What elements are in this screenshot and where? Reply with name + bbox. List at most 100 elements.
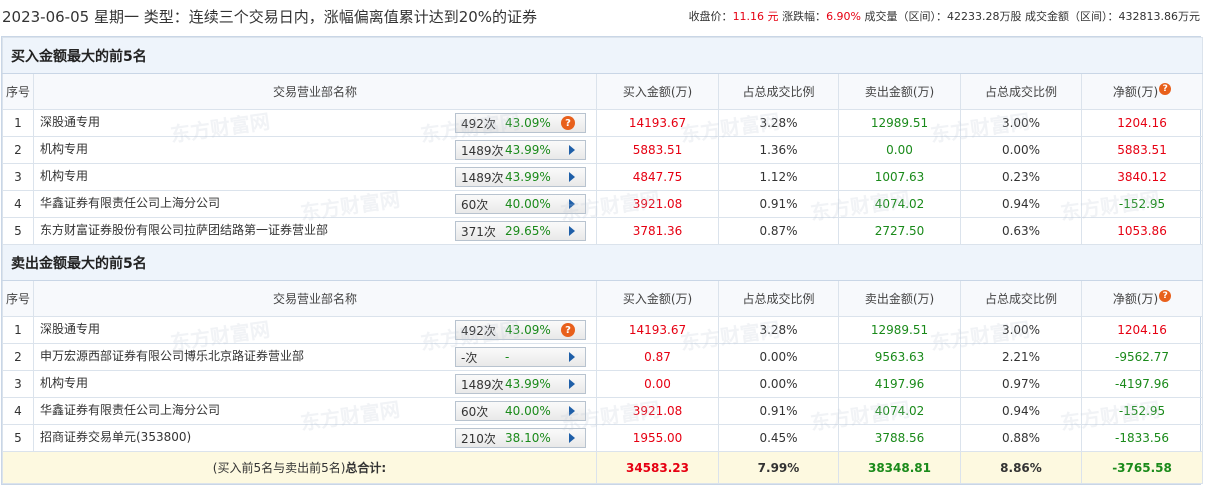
arrow-right-icon[interactable]	[569, 199, 575, 209]
branch-name-cell: 深股通专用 492次 43.09% ?	[33, 109, 597, 137]
net-amount: 1204.16	[1080, 316, 1204, 344]
branch-stats-button[interactable]: 492次 43.09% ?	[455, 320, 586, 340]
buy-section-title: 买入金额最大的前5名	[1, 37, 1204, 74]
listing-times: 1489次	[461, 170, 504, 185]
branch-name-cell: 申万宏源西部证券有限公司博乐北京路证券营业部 -次 -	[33, 343, 597, 371]
branch-name-cell: 机构专用 1489次 43.99%	[33, 370, 597, 398]
total-label: (买入前5名与卖出前5名)总合计:	[2, 451, 597, 484]
buy-column-header: 卖出金额(万)	[838, 73, 961, 110]
sell-amount: 9563.63	[838, 343, 961, 371]
arrow-right-icon[interactable]	[569, 352, 575, 362]
branch-name-link[interactable]: 招商证券交易单元(353800)	[40, 428, 191, 445]
arrow-right-icon[interactable]	[569, 145, 575, 155]
branch-stats-button[interactable]: 492次 43.09% ?	[455, 113, 586, 133]
win-rate: 43.99%	[505, 377, 551, 391]
total-buy: 34583.23	[596, 451, 719, 484]
dragon-tiger-table-wrapper: 买入金额最大的前5名 序号 交易营业部名称 买入金额(万) 占总成交比例 卖出金额(万) 占…	[1, 36, 1204, 485]
total-buy-ratio: 7.99%	[718, 451, 839, 484]
buy-ratio: 3.28%	[718, 316, 839, 344]
net-amount: 1204.16	[1080, 109, 1204, 137]
sell-amount: 3788.56	[838, 424, 961, 452]
sell-column-header: 占总成交比例	[718, 280, 839, 317]
branch-name-link[interactable]: 机构专用	[40, 167, 88, 184]
row-index: 4	[2, 397, 34, 425]
branch-name-cell: 机构专用 1489次 43.99%	[33, 136, 597, 164]
branch-stats-button[interactable]: 210次 38.10%	[455, 428, 586, 448]
sell-column-header: 占总成交比例	[960, 280, 1082, 317]
page-header: 2023-06-05 星期一 类型：连续三个交易日内，涨幅偏离值累计达到20%的…	[0, 0, 1206, 32]
arrow-right-icon[interactable]	[569, 226, 575, 236]
win-rate: 38.10%	[505, 431, 551, 445]
help-question-icon[interactable]: ?	[1159, 290, 1172, 302]
branch-name-link[interactable]: 深股通专用	[40, 113, 100, 130]
branch-name-cell: 东方财富证券股份有限公司拉萨团结路第一证券营业部 371次 29.65%	[33, 217, 597, 245]
net-amount: 3840.12	[1080, 163, 1204, 191]
buy-column-header: 占总成交比例	[960, 73, 1082, 110]
branch-stats-button[interactable]: 1489次 43.99%	[455, 374, 586, 394]
sell-column-header-row: 序号 交易营业部名称 买入金额(万) 占总成交比例 卖出金额(万) 占总成交比例 净额(万)…	[2, 280, 1204, 317]
row-index: 5	[2, 424, 34, 452]
sell-amount: 4074.02	[838, 397, 961, 425]
branch-stats-button[interactable]: 1489次 43.99%	[455, 167, 586, 187]
branch-name-cell: 华鑫证券有限责任公司上海分公司 60次 40.00%	[33, 397, 597, 425]
branch-name-cell: 华鑫证券有限责任公司上海分公司 60次 40.00%	[33, 190, 597, 218]
buy-ratio: 0.45%	[718, 424, 839, 452]
net-amount: -152.95	[1080, 397, 1204, 425]
buy-amount: 3921.08	[596, 397, 719, 425]
branch-name-link[interactable]: 机构专用	[40, 374, 88, 391]
branch-stats-button[interactable]: 60次 40.00%	[455, 194, 586, 214]
branch-stats-button[interactable]: 60次 40.00%	[455, 401, 586, 421]
net-amount: 1053.86	[1080, 217, 1204, 245]
branch-stats-button[interactable]: -次 -	[455, 347, 586, 367]
arrow-right-icon[interactable]	[569, 379, 575, 389]
arrow-right-icon[interactable]	[569, 406, 575, 416]
sell-ratio: 0.23%	[960, 163, 1082, 191]
sell-ratio: 2.21%	[960, 343, 1082, 371]
branch-stats-button[interactable]: 371次 29.65%	[455, 221, 586, 241]
branch-stats-button[interactable]: 1489次 43.99%	[455, 140, 586, 160]
buy-column-header: 净额(万)?	[1080, 73, 1204, 110]
arrow-right-icon[interactable]	[569, 433, 575, 443]
amount-text: 成交金额（区间）：432813.86万元	[1025, 10, 1200, 23]
net-amount: -4197.96	[1080, 370, 1204, 398]
help-question-icon[interactable]: ?	[1159, 83, 1172, 95]
sell-column-header: 序号	[2, 280, 34, 317]
buy-ratio: 1.36%	[718, 136, 839, 164]
buy-column-header: 序号	[2, 73, 34, 110]
win-rate: 40.00%	[505, 197, 551, 211]
buy-amount: 3921.08	[596, 190, 719, 218]
sell-ratio: 0.97%	[960, 370, 1082, 398]
table-row: 2 申万宏源西部证券有限公司博乐北京路证券营业部 -次 - 0.87 0.00%…	[2, 343, 1204, 371]
buy-amount: 1955.00	[596, 424, 719, 452]
sell-ratio: 0.63%	[960, 217, 1082, 245]
branch-name-link[interactable]: 机构专用	[40, 140, 88, 157]
branch-name-link[interactable]: 东方财富证券股份有限公司拉萨团结路第一证券营业部	[40, 221, 328, 238]
listing-times: 492次	[461, 116, 496, 131]
branch-name-link[interactable]: 申万宏源西部证券有限公司博乐北京路证券营业部	[40, 347, 304, 364]
table-row: 1 深股通专用 492次 43.09% ? 14193.67 3.28% 129…	[2, 316, 1204, 344]
close-label: 收盘价：	[688, 10, 733, 23]
buy-ratio: 0.91%	[718, 397, 839, 425]
sell-amount: 1007.63	[838, 163, 961, 191]
table-row: 3 机构专用 1489次 43.99% 4847.75 1.12% 1007.6…	[2, 163, 1204, 191]
buy-ratio: 1.12%	[718, 163, 839, 191]
arrow-right-icon[interactable]	[569, 172, 575, 182]
branch-name-link[interactable]: 华鑫证券有限责任公司上海分公司	[40, 194, 220, 211]
win-rate: 40.00%	[505, 404, 551, 418]
sell-ratio: 3.00%	[960, 109, 1082, 137]
buy-amount: 14193.67	[596, 109, 719, 137]
question-icon[interactable]: ?	[561, 323, 575, 337]
question-icon[interactable]: ?	[561, 116, 575, 130]
net-amount: 5883.51	[1080, 136, 1204, 164]
row-index: 2	[2, 136, 34, 164]
buy-ratio: 0.87%	[718, 217, 839, 245]
win-rate: 43.09%	[505, 116, 551, 130]
buy-column-header-row: 序号 交易营业部名称 买入金额(万) 占总成交比例 卖出金额(万) 占总成交比例 净额(万)…	[2, 73, 1204, 110]
buy-amount: 4847.75	[596, 163, 719, 191]
buy-ratio: 0.91%	[718, 190, 839, 218]
branch-name-link[interactable]: 华鑫证券有限责任公司上海分公司	[40, 401, 220, 418]
branch-name-link[interactable]: 深股通专用	[40, 320, 100, 337]
buy-amount: 0.87	[596, 343, 719, 371]
sell-ratio: 3.00%	[960, 316, 1082, 344]
close-value: 11.16 元	[732, 10, 779, 23]
